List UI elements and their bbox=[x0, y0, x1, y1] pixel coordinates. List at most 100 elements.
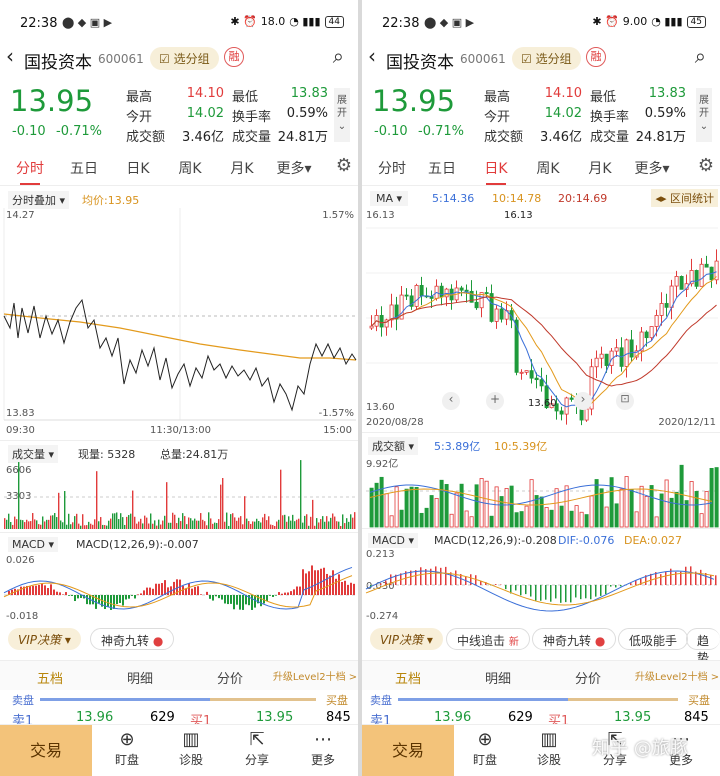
scroll-left-button[interactable]: ‹ bbox=[442, 392, 460, 410]
macd-chart[interactable]: MACD ▾ MACD(12,26,9):-0.208 DIF:-0.076 D… bbox=[362, 528, 720, 624]
amount-bar bbox=[559, 505, 564, 528]
tab-daily-k[interactable]: 日K bbox=[116, 158, 160, 178]
mid-chase-button[interactable]: 中线追击 新 bbox=[446, 628, 530, 650]
volume-bar bbox=[188, 517, 190, 529]
tab-intraday[interactable]: 分时 bbox=[370, 158, 414, 178]
volume-bar bbox=[128, 515, 130, 529]
zoom-in-button[interactable]: + bbox=[486, 392, 504, 410]
volume-bar bbox=[38, 524, 40, 529]
macd-bar bbox=[435, 566, 437, 585]
intraday-chart[interactable]: 分时叠加 ▾ 均价:13.95 14.27 1.57% 13.83 -1.57%… bbox=[0, 188, 358, 438]
volume-bar bbox=[28, 521, 30, 529]
candle-body bbox=[569, 397, 574, 400]
volume-bar bbox=[290, 520, 292, 529]
volume-bar bbox=[322, 516, 324, 529]
gear-icon[interactable]: ⚙ bbox=[698, 155, 714, 176]
tab-five-day[interactable]: 五日 bbox=[420, 158, 464, 178]
trend-button[interactable]: 趋势 bbox=[686, 628, 720, 665]
macd-bar bbox=[620, 585, 622, 587]
volume-bar bbox=[204, 521, 206, 529]
tab-more[interactable]: 更多▾ bbox=[272, 158, 316, 178]
tab-price-dist[interactable]: 分价 bbox=[200, 668, 260, 687]
fullscreen-button[interactable]: ⊡ bbox=[616, 392, 634, 410]
nine-turn-button[interactable]: 神奇九转 ● bbox=[532, 628, 617, 650]
volume-bar bbox=[320, 519, 322, 529]
tab-five-levels[interactable]: 五档 bbox=[20, 668, 80, 687]
volume-bar bbox=[230, 514, 232, 529]
volume-bar bbox=[80, 525, 82, 529]
tab-monthly-k[interactable]: 月K bbox=[578, 158, 622, 178]
macd-bar bbox=[122, 595, 124, 606]
back-icon[interactable]: ‹ bbox=[6, 44, 14, 68]
search-icon[interactable]: ⌕ bbox=[695, 44, 706, 68]
volume-bar bbox=[118, 519, 120, 529]
tab-five-levels[interactable]: 五档 bbox=[378, 668, 438, 687]
margin-badge[interactable]: 融 bbox=[224, 47, 244, 67]
add-group-button[interactable]: ☑ 选分组 bbox=[150, 47, 219, 70]
candle-body bbox=[494, 308, 499, 322]
tab-details[interactable]: 明细 bbox=[110, 668, 170, 687]
tab-intraday[interactable]: 分时 bbox=[8, 158, 52, 178]
macd-bar bbox=[700, 569, 702, 585]
back-icon[interactable]: ‹ bbox=[368, 44, 376, 68]
diagnose-button[interactable]: ▥ 诊股 bbox=[524, 729, 574, 768]
expand-button[interactable]: 展开 ⌄ bbox=[334, 88, 350, 142]
vip-decision-button[interactable]: VIP决策 ▾ bbox=[8, 628, 81, 650]
diagnose-button[interactable]: ▥ 诊股 bbox=[166, 729, 216, 768]
nine-turn-button[interactable]: 神奇九转 ● bbox=[90, 628, 175, 650]
gear-icon[interactable]: ⚙ bbox=[336, 155, 352, 176]
low-buy-button[interactable]: 低吸能手 bbox=[618, 628, 689, 650]
volume-chart[interactable]: 成交量 ▾ 现量: 5328 总量:24.81万 6606 3303 bbox=[0, 440, 358, 532]
volume-bar bbox=[42, 516, 44, 529]
level2-upgrade-link[interactable]: 升级Level2十档 > bbox=[272, 668, 358, 683]
kline-chart[interactable]: MA ▾ 5:14.36 10:14.78 20:14.69 ◂▸ 区间统计 1… bbox=[362, 188, 720, 430]
amount-chart[interactable]: 成交额 ▾ 5:3.89亿 10:5.39亿 9.92亿 bbox=[362, 432, 720, 528]
watch-button[interactable]: ⊕ 盯盘 bbox=[460, 729, 510, 768]
notification-icon: ⬤ ◆ ▣ ▶ bbox=[424, 16, 475, 29]
add-group-button[interactable]: ☑ 选分组 bbox=[512, 47, 581, 70]
low-value: 13.83 bbox=[648, 86, 686, 101]
candle-body bbox=[649, 326, 654, 339]
share-button[interactable]: ⇱ 分享 bbox=[232, 729, 282, 768]
macd-bar bbox=[152, 588, 154, 595]
volume-bar bbox=[52, 515, 54, 529]
macd-chart[interactable]: MACD ▾ MACD(12,26,9):-0.007 0.026 -0.018 bbox=[0, 532, 358, 624]
tab-daily-k[interactable]: 日K bbox=[474, 158, 518, 178]
margin-badge[interactable]: 融 bbox=[586, 47, 606, 67]
trade-button[interactable]: 交易 bbox=[362, 725, 454, 776]
volume-bar bbox=[146, 517, 148, 529]
trade-button[interactable]: 交易 bbox=[0, 725, 92, 776]
amount-value: 3.46亿 bbox=[182, 130, 224, 145]
amount-bar bbox=[504, 488, 509, 528]
macd-bar bbox=[570, 585, 572, 603]
tab-price-dist[interactable]: 分价 bbox=[558, 668, 618, 687]
volume-bar bbox=[50, 515, 52, 529]
macd-bar bbox=[440, 567, 442, 585]
expand-button[interactable]: 展开 ⌄ bbox=[696, 88, 712, 142]
macd-bar bbox=[191, 588, 193, 595]
volume-bar bbox=[30, 521, 32, 529]
sell-side-label: 卖盘 bbox=[370, 694, 392, 707]
amount-bar bbox=[704, 491, 709, 528]
tab-details[interactable]: 明细 bbox=[468, 668, 528, 687]
level2-upgrade-link[interactable]: 升级Level2十档 > bbox=[634, 668, 720, 683]
search-icon[interactable]: ⌕ bbox=[333, 44, 344, 68]
active-tab-indicator bbox=[486, 183, 506, 185]
tab-monthly-k[interactable]: 月K bbox=[220, 158, 264, 178]
more-button[interactable]: ⋯ 更多 bbox=[298, 729, 348, 768]
tab-weekly-k[interactable]: 周K bbox=[168, 158, 212, 178]
bluetooth-icon: ✱ ⏰ bbox=[592, 15, 619, 28]
watch-button[interactable]: ⊕ 盯盘 bbox=[102, 729, 152, 768]
macd-bar bbox=[227, 595, 229, 605]
tab-more[interactable]: 更多▾ bbox=[630, 158, 674, 178]
low-value: 13.83 bbox=[290, 86, 328, 101]
candle-body bbox=[389, 304, 394, 321]
candle-body bbox=[524, 370, 529, 373]
volume-bar bbox=[144, 515, 146, 529]
vip-decision-button[interactable]: VIP决策 ▾ bbox=[370, 628, 443, 650]
tab-five-day[interactable]: 五日 bbox=[62, 158, 106, 178]
tab-weekly-k[interactable]: 周K bbox=[526, 158, 570, 178]
amount-label: 成交额 bbox=[484, 130, 524, 145]
amount-bar bbox=[449, 513, 454, 528]
scroll-right-button[interactable]: › bbox=[574, 392, 592, 410]
